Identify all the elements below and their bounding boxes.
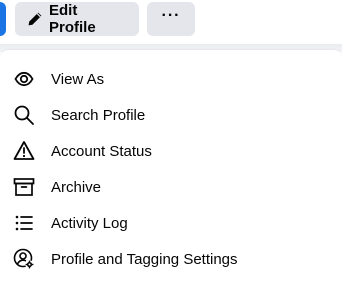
edit-profile-label: Edit Profile — [49, 2, 96, 36]
menu-item-search-profile[interactable]: Search Profile — [8, 97, 334, 133]
menu-item-profile-tagging-settings[interactable]: Profile and Tagging Settings — [8, 241, 334, 277]
eye-icon — [12, 67, 36, 91]
menu-item-archive[interactable]: Archive — [8, 169, 334, 205]
profile-settings-icon — [12, 247, 36, 271]
pencil-icon — [27, 11, 43, 27]
archive-box-icon — [12, 175, 36, 199]
list-icon — [12, 211, 36, 235]
more-dots-icon: ··· — [161, 7, 181, 24]
menu-item-label: Search Profile — [51, 106, 146, 124]
menu-item-label: Profile and Tagging Settings — [51, 250, 238, 268]
menu-item-account-status[interactable]: Account Status — [8, 133, 334, 169]
search-icon — [12, 103, 36, 127]
edit-profile-button[interactable]: Edit Profile — [15, 2, 139, 36]
menu-item-label: View As — [51, 70, 105, 88]
more-options-menu: View As Search Profile Account Status Ar… — [0, 50, 342, 283]
menu-item-label: Archive — [51, 178, 102, 196]
warning-icon — [12, 139, 36, 163]
menu-item-activity-log[interactable]: Activity Log — [8, 205, 334, 241]
menu-item-label: Account Status — [51, 142, 152, 160]
profile-action-bar: Edit Profile ··· — [0, 0, 342, 48]
menu-item-view-as[interactable]: View As — [8, 61, 334, 97]
more-options-button[interactable]: ··· — [147, 2, 195, 36]
menu-item-label: Activity Log — [51, 214, 128, 232]
add-to-story-button-edge[interactable] — [0, 2, 6, 36]
